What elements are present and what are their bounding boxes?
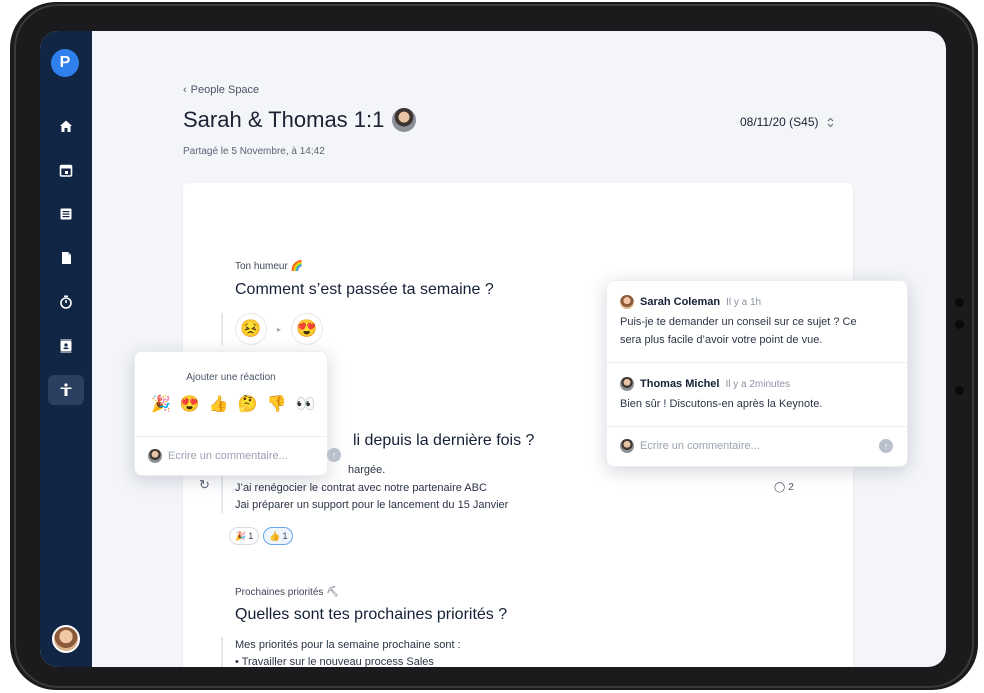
home-icon[interactable] — [48, 111, 84, 141]
mood-label: Ton humeur 🌈 — [235, 261, 304, 272]
reaction-count: 1 — [282, 531, 288, 541]
sidebar: P — [40, 31, 92, 667]
heart-eyes-emoji[interactable]: 😍 — [180, 394, 200, 414]
avatar — [620, 439, 634, 453]
reaction-chip[interactable]: 🎉 1 — [229, 527, 260, 545]
reaction-count: 1 — [248, 531, 254, 541]
camera-dot — [955, 386, 964, 395]
comment-line: Bien sûr ! Discutons-en après la Keynote… — [620, 398, 823, 410]
divider — [607, 426, 907, 427]
breadcrumb-label: People Space — [190, 84, 260, 96]
priorities-question: Quelles sont tes prochaines priorités ? — [235, 606, 508, 623]
send-button[interactable]: ↑ — [879, 439, 893, 453]
contact-card-icon[interactable] — [48, 331, 84, 361]
date-select-value: 08/11/20 (S45) — [740, 115, 819, 129]
calendar-icon[interactable] — [48, 155, 84, 185]
mood-to-emoji[interactable]: 😍 — [291, 313, 324, 345]
comment: Thomas Michel Il y a 2minutes Bien sûr !… — [620, 377, 822, 413]
reaction-emoji-list: 🎉 😍 👍 🤔 👎 👀 — [151, 394, 316, 414]
arrow-right-icon: ▸ — [277, 324, 282, 334]
comment-body: Bien sûr ! Discutons-en après la Keynote… — [620, 395, 822, 413]
comment-count-value: 2 — [788, 482, 794, 493]
comment-input-placeholder: Ecrire un commentaire... — [168, 450, 288, 462]
party-emoji: 🎉 — [235, 530, 247, 541]
page-title: Sarah & Thomas 1:1 — [183, 107, 417, 133]
send-button[interactable]: ↑ — [327, 448, 341, 462]
thumbs-down-emoji[interactable]: 👎 — [267, 394, 287, 414]
done-line-1: hargée. — [348, 464, 386, 476]
done-question: li depuis la dernière fois ? — [353, 432, 535, 449]
quote-bar — [221, 637, 223, 667]
comment-count[interactable]: ◯ 2 — [774, 482, 794, 493]
date-select[interactable]: 08/11/20 (S45) — [740, 115, 834, 129]
done-line-2: J’ai renégocier le contrat avec notre pa… — [235, 482, 487, 494]
thumbs-up-emoji: 👍 — [269, 530, 281, 541]
timer-icon[interactable] — [48, 287, 84, 317]
avatar — [148, 449, 162, 463]
divider — [607, 362, 907, 363]
comment-header: Thomas Michel Il y a 2minutes — [620, 377, 822, 391]
quote-bar — [221, 313, 223, 345]
priorities-line-1: Mes priorités pour la semaine prochaine … — [235, 639, 461, 651]
reaction-chip[interactable]: 👍 1 — [263, 527, 294, 545]
comment: Sarah Coleman Il y a 1h Puis-je te deman… — [620, 295, 857, 349]
avatar — [620, 295, 634, 309]
comment-line: Puis-je te demander un conseil sur ce su… — [620, 316, 857, 328]
mood-from-emoji[interactable]: 😣 — [235, 313, 267, 345]
comment-time: Il y a 2minutes — [725, 378, 790, 390]
comment-line: sera plus facile d’avoir votre point de … — [620, 334, 823, 346]
mood-row: 😣 ▸ 😍 — [235, 313, 324, 345]
shared-date: Partagé le 5 Novembre, à 14;42 — [183, 146, 325, 157]
camera-dot — [955, 320, 964, 329]
comment-thread-popup: Sarah Coleman Il y a 1h Puis-je te deman… — [606, 280, 908, 467]
priorities-label: Prochaines priorités ⛏ — [235, 587, 339, 598]
app-screen: P ‹ People Space Sarah & Thomas 1:1 Part… — [40, 31, 946, 667]
comment-input[interactable]: Ecrire un commentaire... — [148, 449, 288, 463]
list-icon[interactable] — [48, 199, 84, 229]
user-avatar[interactable] — [52, 625, 80, 653]
avatar — [392, 108, 417, 132]
reaction-chips: 🎉 1 👍 1 — [229, 527, 294, 545]
breadcrumb[interactable]: ‹ People Space — [183, 84, 259, 96]
priorities-line-2: • Travailler sur le nouveau process Sale… — [235, 656, 434, 667]
comment-author: Sarah Coleman — [640, 296, 721, 308]
chevron-left-icon: ‹ — [183, 84, 187, 96]
divider — [135, 436, 327, 437]
reaction-popup-title: Ajouter une réaction — [186, 372, 276, 383]
document-icon[interactable] — [48, 243, 84, 273]
reaction-popup: Ajouter une réaction 🎉 😍 👍 🤔 👎 👀 Ecrire … — [134, 351, 341, 476]
comment-input[interactable]: Ecrire un commentaire... — [620, 439, 760, 453]
comment-input-placeholder: Ecrire un commentaire... — [640, 440, 760, 452]
camera-dot — [955, 298, 964, 307]
thumbs-up-emoji[interactable]: 👍 — [209, 394, 229, 414]
thinking-emoji[interactable]: 🤔 — [238, 394, 258, 414]
done-line-3: Jai préparer un support pour le lancemen… — [235, 499, 509, 511]
person-icon[interactable] — [48, 375, 84, 405]
mood-question: Comment s’est passée ta semaine ? — [235, 281, 494, 298]
party-emoji[interactable]: 🎉 — [151, 394, 171, 414]
comment-time: Il y a 1h — [726, 296, 762, 308]
comment-author: Thomas Michel — [640, 378, 720, 390]
comment-header: Sarah Coleman Il y a 1h — [620, 295, 857, 309]
reply-icon[interactable]: ↻ — [199, 477, 210, 493]
page-title-text: Sarah & Thomas 1:1 — [183, 107, 385, 132]
sort-chevrons-icon — [827, 117, 833, 127]
app-logo[interactable]: P — [51, 49, 79, 77]
avatar — [620, 377, 634, 391]
comment-body: Puis-je te demander un conseil sur ce su… — [620, 313, 857, 349]
eyes-emoji[interactable]: 👀 — [296, 394, 316, 414]
comment-bubble-icon: ◯ — [774, 482, 786, 493]
